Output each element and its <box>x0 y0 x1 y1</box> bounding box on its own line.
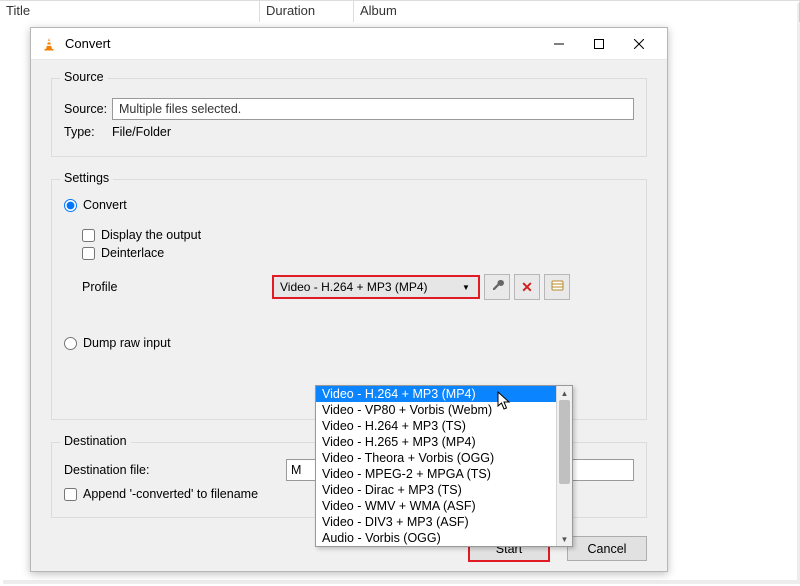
column-header-title[interactable]: Title <box>0 1 260 22</box>
destination-file-label: Destination file: <box>64 463 286 477</box>
list-item[interactable]: Video - VP80 + Vorbis (Webm) <box>316 402 556 418</box>
scroll-up-icon[interactable]: ▲ <box>557 386 572 400</box>
profile-dropdown-list: Video - H.264 + MP3 (MP4) Video - VP80 +… <box>316 386 556 546</box>
close-button[interactable] <box>619 29 659 59</box>
source-label: Source: <box>64 102 112 116</box>
display-output-checkbox[interactable]: Display the output <box>82 228 634 242</box>
column-header-duration[interactable]: Duration <box>260 1 354 22</box>
list-item[interactable]: Video - WMV + WMA (ASF) <box>316 498 556 514</box>
edit-profile-button[interactable] <box>484 274 510 300</box>
dropdown-scrollbar[interactable]: ▲ ▼ <box>556 386 572 546</box>
list-item[interactable]: Video - H.264 + MP3 (TS) <box>316 418 556 434</box>
wrench-icon <box>491 279 504 295</box>
profile-dropdown[interactable]: Video - H.264 + MP3 (MP4) Video - VP80 +… <box>315 385 573 547</box>
maximize-button[interactable] <box>579 29 619 59</box>
type-label: Type: <box>64 125 112 139</box>
column-header-row: Title Duration Album <box>0 0 800 22</box>
display-output-checkbox-input[interactable] <box>82 229 95 242</box>
delete-x-icon: ✕ <box>521 279 533 296</box>
vlc-cone-icon <box>41 36 57 52</box>
scroll-down-icon[interactable]: ▼ <box>557 532 572 546</box>
list-item[interactable]: Video - Dirac + MP3 (TS) <box>316 482 556 498</box>
dump-raw-radio[interactable]: Dump raw input <box>64 336 634 350</box>
append-converted-checkbox-input[interactable] <box>64 488 77 501</box>
new-profile-icon <box>551 279 564 295</box>
convert-radio[interactable]: Convert <box>64 198 634 212</box>
source-group-label: Source <box>60 70 108 84</box>
column-header-album[interactable]: Album <box>354 1 800 22</box>
list-item[interactable]: Video - H.264 + MP3 (MP4) <box>316 386 556 402</box>
type-value: File/Folder <box>112 125 171 139</box>
profile-select-value: Video - H.264 + MP3 (MP4) <box>280 280 458 294</box>
list-item[interactable]: Video - MPEG-2 + MPGA (TS) <box>316 466 556 482</box>
list-item[interactable]: Video - DIV3 + MP3 (ASF) <box>316 514 556 530</box>
dump-raw-radio-input[interactable] <box>64 337 77 350</box>
settings-group-label: Settings <box>60 171 113 185</box>
profile-select[interactable]: Video - H.264 + MP3 (MP4) ▼ <box>272 275 480 299</box>
cancel-button[interactable]: Cancel <box>567 536 647 561</box>
list-item[interactable]: Audio - Vorbis (OGG) <box>316 530 556 546</box>
source-group: Source Source: Type: File/Folder <box>51 78 647 157</box>
profile-label: Profile <box>82 280 272 294</box>
convert-radio-label: Convert <box>83 198 127 212</box>
source-input[interactable] <box>112 98 634 120</box>
dialog-titlebar[interactable]: Convert <box>31 28 667 60</box>
convert-dialog: Convert Source Source: Type: File/Folder… <box>30 27 668 572</box>
append-converted-label: Append '-converted' to filename <box>83 487 258 501</box>
settings-group: Settings Convert Display the output Dein… <box>51 179 647 420</box>
dump-raw-radio-label: Dump raw input <box>83 336 171 350</box>
delete-profile-button[interactable]: ✕ <box>514 274 540 300</box>
convert-radio-input[interactable] <box>64 199 77 212</box>
deinterlace-checkbox-input[interactable] <box>82 247 95 260</box>
deinterlace-label: Deinterlace <box>101 246 164 260</box>
minimize-button[interactable] <box>539 29 579 59</box>
destination-group-label: Destination <box>60 434 131 448</box>
list-item[interactable]: Video - Theora + Vorbis (OGG) <box>316 450 556 466</box>
list-item[interactable]: Video - H.265 + MP3 (MP4) <box>316 434 556 450</box>
chevron-down-icon: ▼ <box>458 283 474 292</box>
dialog-title: Convert <box>65 36 111 51</box>
new-profile-button[interactable] <box>544 274 570 300</box>
deinterlace-checkbox[interactable]: Deinterlace <box>82 246 634 260</box>
scroll-thumb[interactable] <box>559 400 570 484</box>
display-output-label: Display the output <box>101 228 201 242</box>
